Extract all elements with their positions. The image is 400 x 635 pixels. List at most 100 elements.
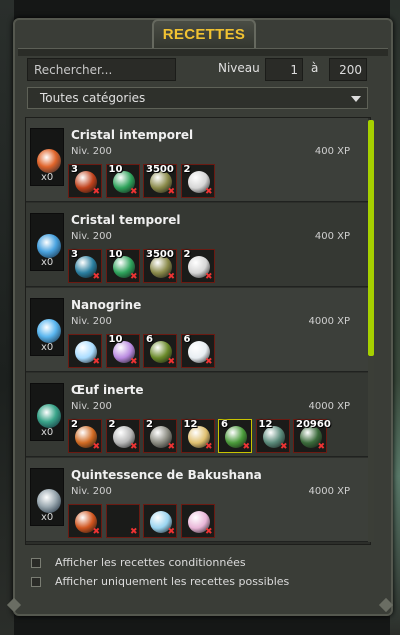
ingredient-quantity: 20960 <box>296 419 331 430</box>
recipe-xp: 4000 XP <box>308 401 350 412</box>
ingredient-slot[interactable]: 2 ✖ <box>105 419 140 453</box>
missing-x-icon: ✖ <box>204 187 213 197</box>
missing-x-icon: ✖ <box>279 442 288 452</box>
missing-x-icon: ✖ <box>204 357 213 367</box>
category-selected-value: Toutes catégories <box>40 91 146 105</box>
range-separator: à <box>311 61 319 75</box>
recipe-row[interactable]: x0 Cristal temporel Niv. 200 400 XP 3 ✖ 10 ✖ 350… <box>26 203 368 287</box>
ingredient-quantity: 3 <box>71 249 78 260</box>
orb-blue-icon <box>37 319 61 343</box>
checkbox-conditional[interactable] <box>31 558 41 568</box>
header-band <box>18 48 388 56</box>
recipe-level: Niv. 200 <box>71 486 112 497</box>
ingredient-slot[interactable]: 3500 ✖ <box>143 164 177 198</box>
missing-x-icon: ✖ <box>92 442 100 452</box>
ingredient-quantity: 6 <box>183 334 191 345</box>
category-dropdown[interactable]: Toutes catégories <box>27 87 368 109</box>
recipe-result-count: x0 <box>41 342 54 353</box>
ingredient-slot[interactable]: 2 ✖ <box>180 249 215 283</box>
missing-x-icon: ✖ <box>167 442 175 452</box>
recipe-row[interactable]: x0 Nanogrine Niv. 200 4000 XP ✖ 10 ✖ 6 ✖ 6 ✖ <box>26 288 368 372</box>
missing-x-icon: ✖ <box>204 272 213 282</box>
ingredient-slot[interactable]: 20960 ✖ <box>293 419 331 453</box>
ingredient-quantity: 10 <box>108 334 123 345</box>
missing-x-icon: ✖ <box>92 272 100 282</box>
level-max-input[interactable]: 200 <box>329 58 367 81</box>
recipe-name: Cristal temporel <box>71 213 181 227</box>
ingredient-slot[interactable]: 3500 ✖ <box>143 249 177 283</box>
recipe-level: Niv. 200 <box>71 401 112 412</box>
recipe-xp: 4000 XP <box>308 316 350 327</box>
ingredient-slot[interactable]: 6 ✖ <box>218 419 252 453</box>
recipe-row[interactable]: x0 Cristal intemporel Niv. 200 400 XP 3 ✖ 10 ✖ 3… <box>26 118 368 202</box>
ingredient-slot[interactable]: ✖ <box>180 504 215 538</box>
ingredient-quantity: 3 <box>71 164 78 175</box>
recipe-name: Œuf inerte <box>71 383 144 397</box>
options-footer: Afficher les recettes conditionnées Affi… <box>25 550 371 596</box>
missing-x-icon: ✖ <box>167 272 175 282</box>
ingredient-slot[interactable]: 10 ✖ <box>105 164 140 198</box>
recipe-result-count: x0 <box>41 512 54 523</box>
ingredient-quantity: 6 <box>221 419 228 430</box>
missing-x-icon: ✖ <box>204 527 213 537</box>
scrollbar-thumb[interactable] <box>368 120 374 356</box>
ingredient-slot[interactable]: 12 ✖ <box>255 419 290 453</box>
checkbox-possible[interactable] <box>31 577 41 587</box>
option-possible[interactable]: Afficher uniquement les recettes possibl… <box>31 575 351 591</box>
option-conditional-label: Afficher les recettes conditionnées <box>55 556 246 569</box>
missing-x-icon: ✖ <box>129 187 138 197</box>
ingredient-quantity: 2 <box>146 419 153 430</box>
ingredient-slot[interactable]: 10 ✖ <box>105 249 140 283</box>
ingredient-slot[interactable]: ✖ <box>68 334 102 368</box>
potion-flask-icon <box>37 489 61 513</box>
ingredient-slot[interactable]: 2 ✖ <box>68 419 102 453</box>
chevron-down-icon[interactable] <box>351 96 361 102</box>
ingredient-slot[interactable]: 3 ✖ <box>68 249 102 283</box>
recipe-result-count: x0 <box>41 257 54 268</box>
ingredient-slot[interactable]: ✖ <box>143 504 177 538</box>
recipe-name: Cristal intemporel <box>71 128 194 142</box>
ingredient-slot[interactable]: 6 ✖ <box>180 334 215 368</box>
recipe-name: Nanogrine <box>71 298 142 312</box>
recipe-list[interactable]: x0 Cristal intemporel Niv. 200 400 XP 3 ✖ 10 ✖ 3… <box>25 117 371 545</box>
recipe-result-slot[interactable]: x0 <box>30 213 64 271</box>
ingredient-slot[interactable]: 10 ✖ <box>105 334 140 368</box>
recipe-result-count: x0 <box>41 427 54 438</box>
recipe-result-slot[interactable]: x0 <box>30 128 64 186</box>
ingredient-quantity: 6 <box>146 334 153 345</box>
recipe-name: Quintessence de Bakushana <box>71 468 262 482</box>
window-title-tab: RECETTES <box>152 19 256 48</box>
recipe-row[interactable]: x0 Œuf inerte Niv. 200 4000 XP 2 ✖ 2 ✖ 2 ✖ 12 ✖ 6 ✖ 12… <box>26 373 368 457</box>
scrollbar-track[interactable] <box>368 356 374 542</box>
missing-x-icon: ✖ <box>242 442 250 452</box>
ingredient-quantity: 12 <box>183 419 198 430</box>
missing-x-icon: ✖ <box>129 357 138 367</box>
recipe-result-slot[interactable]: x0 <box>30 298 64 356</box>
recipe-level: Niv. 200 <box>71 316 112 327</box>
missing-x-icon: ✖ <box>92 357 100 367</box>
ingredient-quantity: 12 <box>258 419 273 430</box>
ingredient-slot[interactable]: 12 ✖ <box>180 419 215 453</box>
recipe-result-slot[interactable]: x0 <box>30 468 64 526</box>
recipe-xp: 400 XP <box>314 231 350 242</box>
recipe-result-slot[interactable]: x0 <box>30 383 64 441</box>
window-title: RECETTES <box>162 26 246 43</box>
ingredient-slot[interactable]: ✖ <box>105 504 140 538</box>
level-label: Niveau <box>218 61 260 75</box>
search-input[interactable] <box>27 58 176 81</box>
recipe-xp: 400 XP <box>314 146 350 157</box>
option-conditional[interactable]: Afficher les recettes conditionnées <box>31 556 351 572</box>
ingredient-slot[interactable]: 6 ✖ <box>143 334 177 368</box>
level-min-input[interactable]: 1 <box>265 58 303 81</box>
ingredient-slot[interactable]: 2 ✖ <box>180 164 215 198</box>
recipe-row[interactable]: x0 Quintessence de Bakushana Niv. 200 4000 … <box>26 458 368 542</box>
missing-x-icon: ✖ <box>92 527 100 537</box>
missing-x-icon: ✖ <box>129 527 138 537</box>
ingredient-quantity: 2 <box>183 164 191 175</box>
background-left <box>0 0 14 635</box>
ingredient-slot[interactable]: 2 ✖ <box>143 419 177 453</box>
ingredient-slot[interactable]: ✖ <box>68 504 102 538</box>
ingredient-slot[interactable]: 3 ✖ <box>68 164 102 198</box>
ingredient-quantity: 2 <box>108 419 116 430</box>
ingredient-quantity: 2 <box>71 419 78 430</box>
